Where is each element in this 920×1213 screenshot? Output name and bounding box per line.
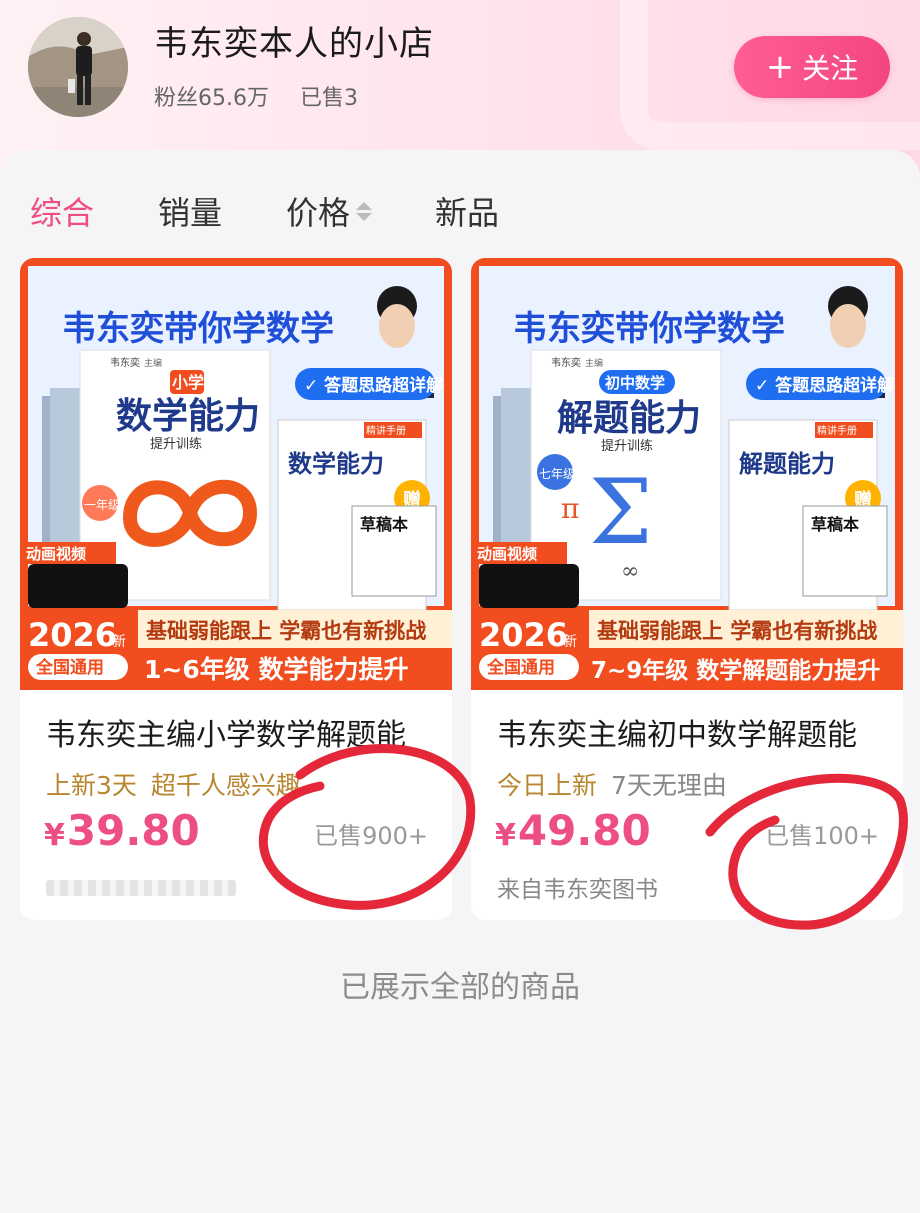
cover-book-sub: 提升训练 xyxy=(601,438,653,454)
product-sold: 已售900+ xyxy=(314,822,428,850)
price-value: 39.80 xyxy=(66,806,200,855)
cover-editor-role: 主编 xyxy=(144,357,162,369)
cover-book-title: 数学能力 xyxy=(116,395,260,437)
follow-label: 关注 xyxy=(802,52,859,85)
follow-button[interactable]: + 关注 xyxy=(734,36,890,98)
svg-text:∞: ∞ xyxy=(621,559,639,584)
cover-draft: 草稿本 xyxy=(360,515,408,534)
currency-symbol: ¥ xyxy=(44,818,65,853)
price-value: 49.80 xyxy=(517,806,651,855)
tag-interest: 超千人感兴趣 xyxy=(150,771,301,800)
cover-book-title: 解题能力 xyxy=(557,398,701,439)
svg-text:✓ 答题思路超详解: ✓ 答题思路超详解 xyxy=(755,375,894,396)
cover-year: 2026 xyxy=(28,616,117,654)
shop-stats: 粉丝65.6万 已售3 xyxy=(154,80,382,112)
blurred-text xyxy=(46,880,236,896)
tab-comprehensive-label: 综合 xyxy=(30,194,95,232)
tag-new: 今日上新 xyxy=(497,771,598,800)
product-price: ¥39.80 xyxy=(44,806,200,855)
currency-symbol: ¥ xyxy=(495,818,516,853)
cover-draft: 草稿本 xyxy=(811,515,859,534)
shop-sold-count: 已售3 xyxy=(300,86,358,111)
cover-new: 新 xyxy=(112,634,126,650)
svg-text:Σ: Σ xyxy=(589,460,653,565)
cover-badge: 答题思路超详解 xyxy=(775,375,894,396)
cover-badge: 答题思路超详解 xyxy=(324,375,443,396)
cover-year: 2026 xyxy=(479,616,568,654)
cover-grade: 七年级 xyxy=(539,467,575,481)
cover-editor: 韦东奕 xyxy=(551,356,581,369)
cover-video: 动画视频 xyxy=(477,545,537,563)
cover-video: 动画视频 xyxy=(26,545,86,563)
cover-manual: 精讲手册 xyxy=(366,424,406,437)
product-tags: 上新3天 超千人感兴趣 xyxy=(46,766,315,802)
cover-banner: 韦东奕带你学数学 xyxy=(62,309,334,349)
product-list-panel: 综合 销量 价格 新品 韦东奕带你学数学 ✓ 答题思路超详解 小学 韦东奕 主编… xyxy=(0,150,920,1213)
tag-return: 7天无理由 xyxy=(611,771,727,800)
cover-book-title-2: 解题能力 xyxy=(739,450,835,478)
product-cover-image: 韦东奕带你学数学 ✓ 答题思路超详解 小学 韦东奕 主编 数学能力 提升训练 一… xyxy=(20,258,452,690)
tab-price[interactable]: 价格 xyxy=(286,188,373,234)
sort-arrows-icon xyxy=(356,201,373,221)
product-source[interactable]: 来自韦东奕图书 xyxy=(497,870,658,904)
tab-sales[interactable]: 销量 xyxy=(158,188,222,234)
tab-new-label: 新品 xyxy=(435,194,500,232)
tab-new[interactable]: 新品 xyxy=(435,188,499,234)
cover-stage: 初中数学 xyxy=(605,374,665,392)
cover-national: 全国通用 xyxy=(35,657,104,678)
product-sold: 已售100+ xyxy=(765,822,879,850)
svg-text:π: π xyxy=(561,492,579,525)
fans-count: 粉丝65.6万 xyxy=(154,86,269,111)
cover-banner: 韦东奕带你学数学 xyxy=(513,309,785,349)
end-of-list-text: 已展示全部的商品 xyxy=(340,970,580,1005)
cover-slogan2: 1~6年级 数学能力提升 xyxy=(144,655,408,684)
svg-text:✓ 答题思路超详解: ✓ 答题思路超详解 xyxy=(304,375,443,396)
cover-slogan1: 基础弱能跟上 学霸也有新挑战 xyxy=(146,619,426,643)
cover-national: 全国通用 xyxy=(486,657,555,678)
cover-new: 新 xyxy=(563,634,577,650)
product-tags: 今日上新 7天无理由 xyxy=(497,766,727,802)
product-cover-image: 韦东奕带你学数学 ✓ 答题思路超详解 初中数学 韦东奕 主编 解题能力 提升训练… xyxy=(471,258,903,690)
tag-new: 上新3天 xyxy=(46,771,137,800)
tab-price-label: 价格 xyxy=(286,194,351,232)
cover-book-title-2: 数学能力 xyxy=(288,450,384,478)
cover-editor: 韦东奕 xyxy=(110,356,140,369)
product-card[interactable]: 韦东奕带你学数学 ✓ 答题思路超详解 初中数学 韦东奕 主编 解题能力 提升训练… xyxy=(471,258,903,920)
cover-slogan2: 7~9年级 数学解题能力提升 xyxy=(591,657,880,684)
cover-editor-role: 主编 xyxy=(585,357,603,369)
product-title[interactable]: 韦东奕主编小学数学解题能 xyxy=(46,710,406,754)
shop-name: 韦东奕本人的小店 xyxy=(154,24,434,64)
tab-comprehensive[interactable]: 综合 xyxy=(30,188,94,234)
cover-manual: 精讲手册 xyxy=(817,424,857,437)
cover-grade: 一年级 xyxy=(84,498,120,512)
cover-slogan1: 基础弱能跟上 学霸也有新挑战 xyxy=(597,619,877,643)
product-card[interactable]: 韦东奕带你学数学 ✓ 答题思路超详解 小学 韦东奕 主编 数学能力 提升训练 一… xyxy=(20,258,452,920)
cover-stage: 小学 xyxy=(172,373,204,392)
cover-book-sub: 提升训练 xyxy=(150,436,202,452)
product-title[interactable]: 韦东奕主编初中数学解题能 xyxy=(497,710,857,754)
sort-bar: 综合 销量 价格 新品 xyxy=(0,150,920,250)
tab-sales-label: 销量 xyxy=(158,194,223,232)
plus-icon: + xyxy=(765,47,795,87)
product-price: ¥49.80 xyxy=(495,806,651,855)
shop-avatar[interactable] xyxy=(28,17,128,117)
